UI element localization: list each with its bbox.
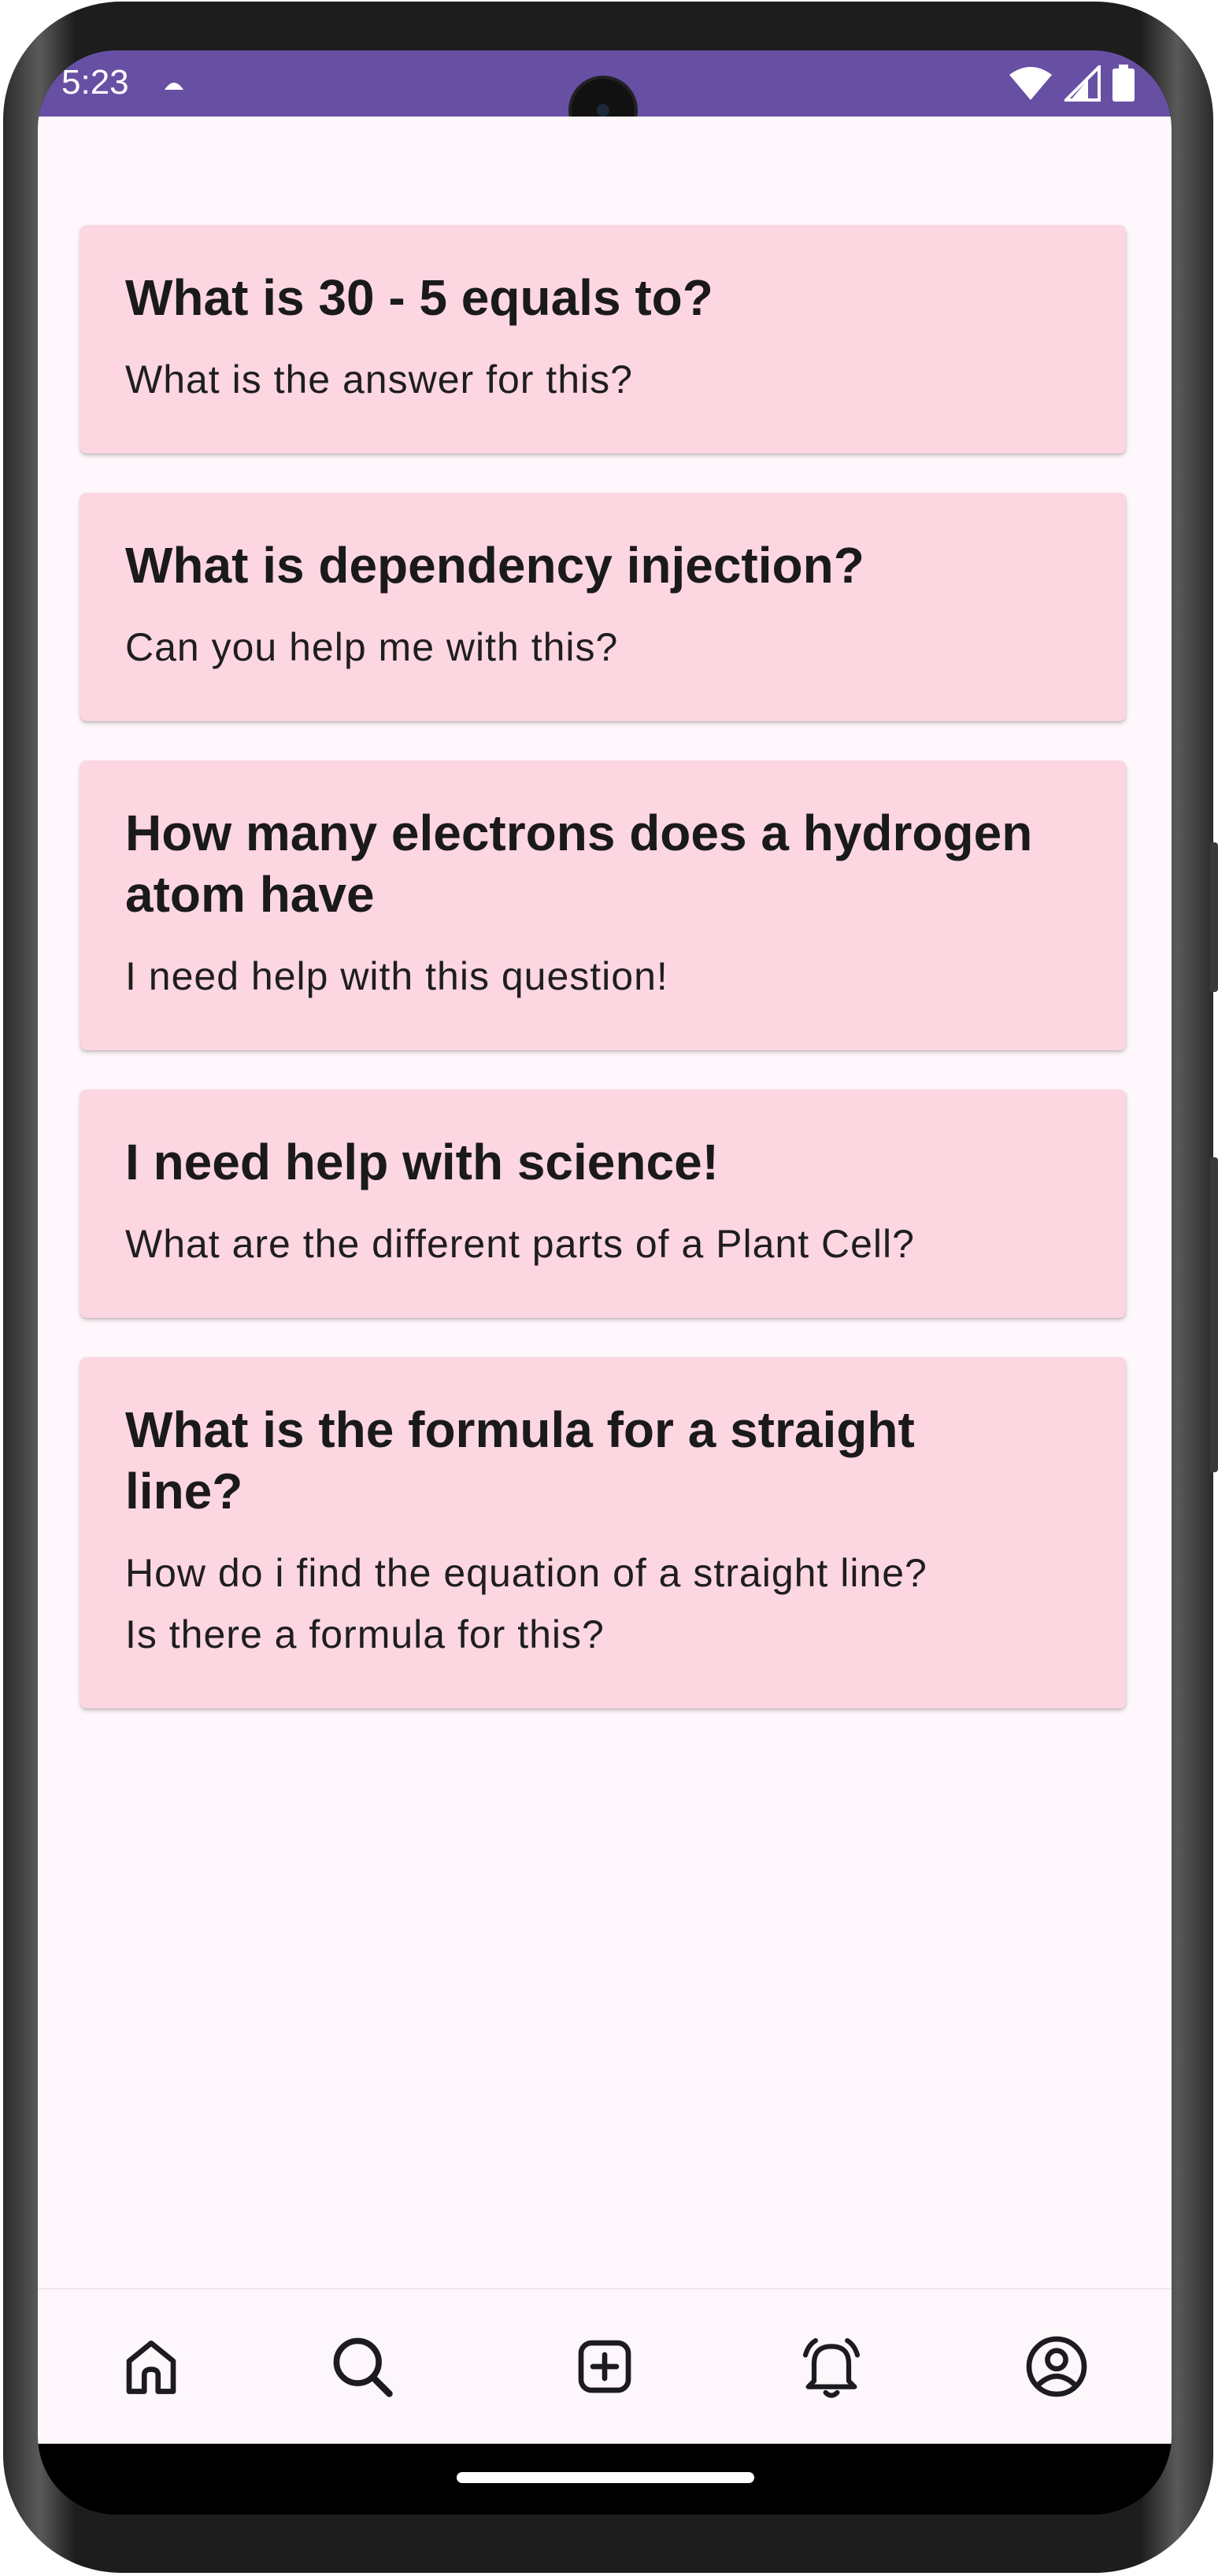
signal-icon xyxy=(1064,65,1101,102)
question-title-line-2: atom have xyxy=(125,866,375,923)
question-card[interactable]: I need help with science! What are the d… xyxy=(80,1090,1126,1318)
gesture-navigation-bar xyxy=(38,2444,1172,2515)
nav-notifications[interactable] xyxy=(794,2329,869,2404)
power-button xyxy=(1210,1157,1218,1472)
question-body-line-1: How do i find the equation of a straight… xyxy=(125,1551,927,1595)
profile-icon xyxy=(1026,2336,1087,2397)
volume-button xyxy=(1210,842,1218,992)
status-time: 5:23 xyxy=(61,63,129,102)
nav-add[interactable] xyxy=(567,2329,642,2404)
add-icon xyxy=(578,2340,631,2393)
phone-frame: 5:23 What is 30 - 5 equals to? What is t… xyxy=(0,0,1218,2576)
question-card[interactable]: What is the formula for a straight line?… xyxy=(80,1357,1126,1708)
question-body-line-2: Is there a formula for this? xyxy=(125,1612,605,1656)
question-body: I need help with this question! xyxy=(125,954,668,998)
question-title-line-1: How many electrons does a hydrogen xyxy=(125,805,1033,861)
question-card[interactable]: What is dependency injection? Can you he… xyxy=(80,493,1126,721)
nav-profile[interactable] xyxy=(1019,2329,1094,2404)
battery-icon xyxy=(1112,65,1135,102)
question-list: What is 30 - 5 equals to? What is the an… xyxy=(38,117,1172,2288)
nav-search[interactable] xyxy=(324,2329,400,2404)
question-title: What is 30 - 5 equals to? xyxy=(125,269,713,326)
notification-icon xyxy=(165,83,183,90)
wifi-icon xyxy=(1009,67,1052,100)
bottom-navigation xyxy=(38,2288,1172,2444)
status-bar: 5:23 xyxy=(38,50,1172,142)
question-body: Can you help me with this? xyxy=(125,625,619,669)
question-body: What are the different parts of a Plant … xyxy=(125,1222,915,1266)
question-title: What is dependency injection? xyxy=(125,537,864,594)
device-screen: 5:23 What is 30 - 5 equals to? What is t… xyxy=(38,50,1172,2515)
question-title: I need help with science! xyxy=(125,1134,719,1190)
question-title-line-1: What is the formula for a straight xyxy=(125,1401,915,1458)
notifications-icon xyxy=(802,2337,861,2398)
home-icon xyxy=(126,2340,176,2394)
question-card[interactable]: How many electrons does a hydrogen atom … xyxy=(80,761,1126,1050)
question-card[interactable]: What is 30 - 5 equals to? What is the an… xyxy=(80,225,1126,453)
search-icon xyxy=(333,2337,393,2397)
status-icons xyxy=(1008,65,1135,102)
nav-home[interactable] xyxy=(113,2329,189,2404)
home-indicator[interactable] xyxy=(457,2472,754,2483)
question-title-line-2: line? xyxy=(125,1463,243,1519)
question-body: What is the answer for this? xyxy=(125,357,633,402)
